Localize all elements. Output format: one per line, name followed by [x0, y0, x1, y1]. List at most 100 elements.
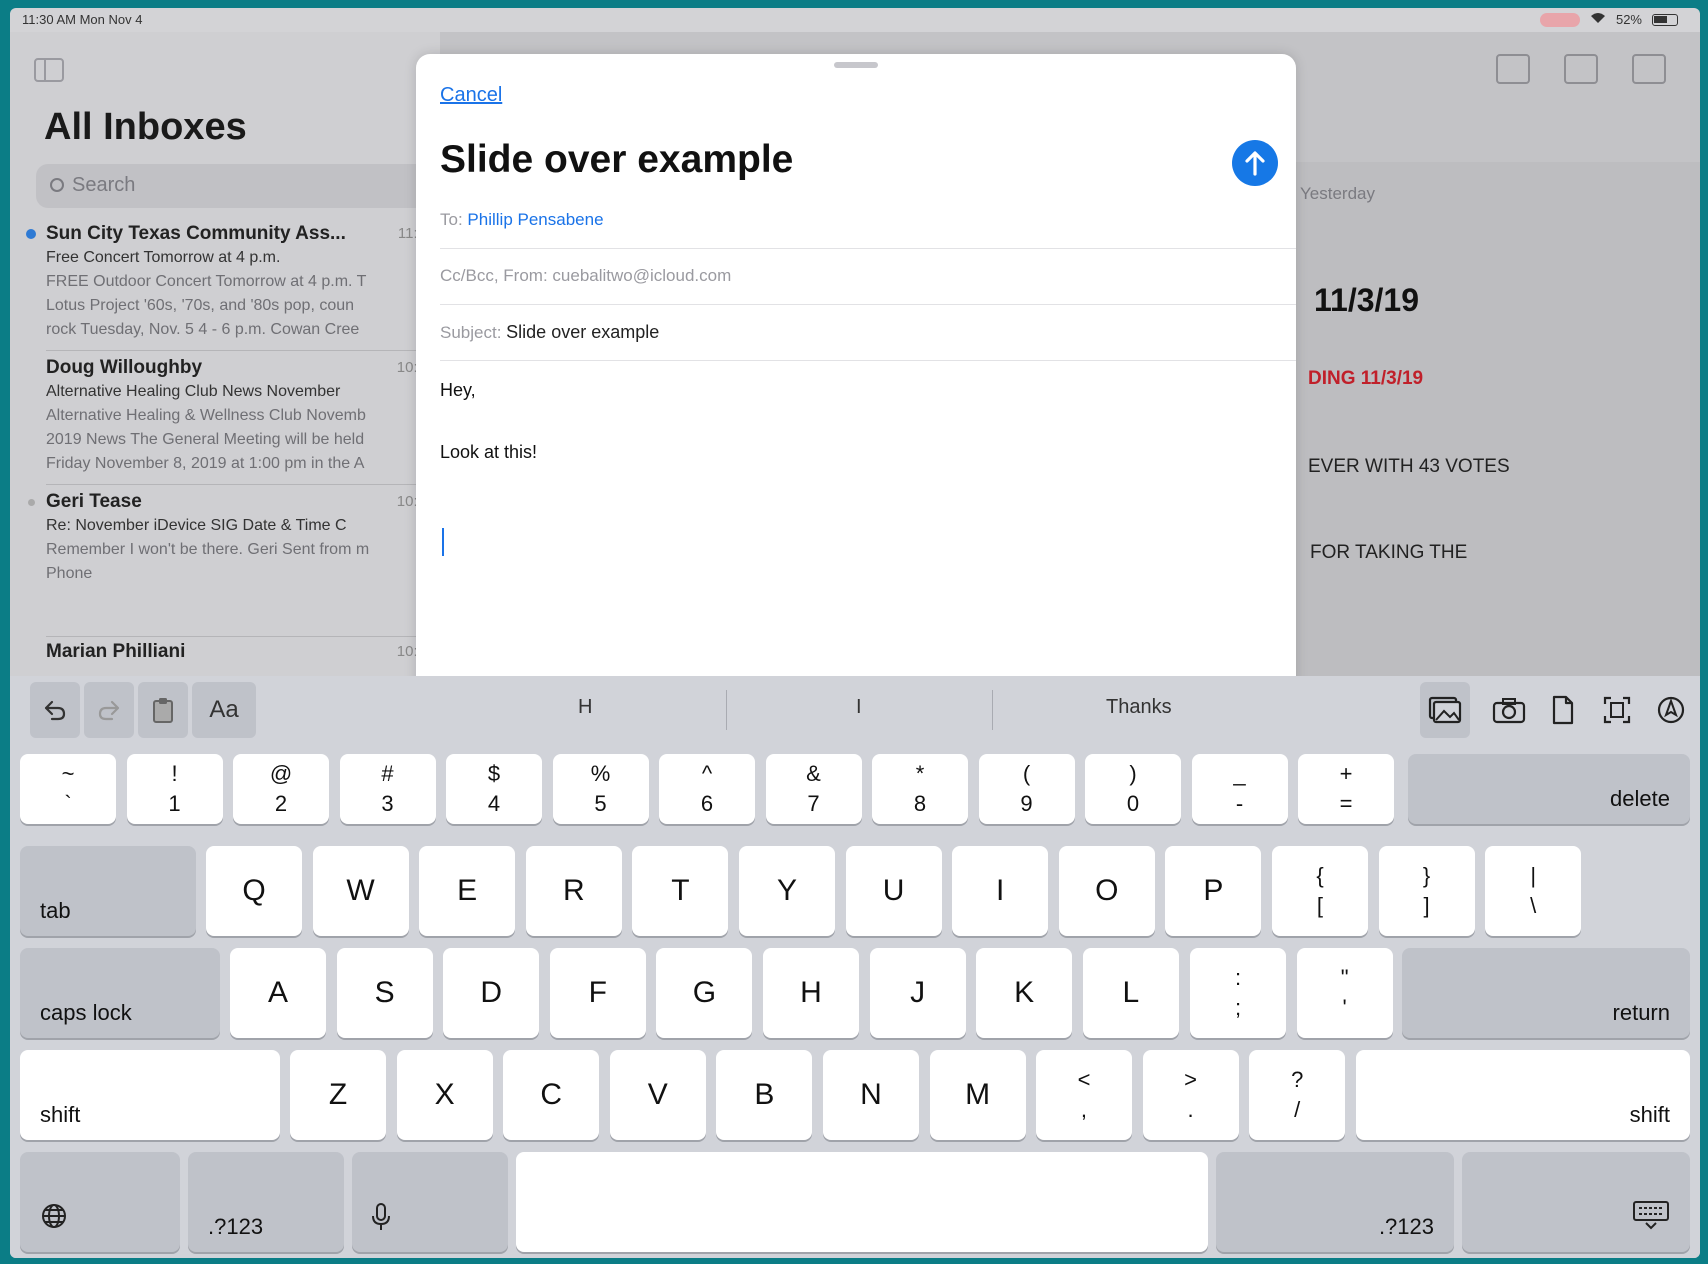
markup-button[interactable]	[1646, 682, 1696, 738]
key-=[interactable]: + =	[1298, 754, 1394, 824]
key-3[interactable]: #3	[339, 754, 436, 824]
redo-button[interactable]	[84, 682, 134, 738]
mail-list-item[interactable]: Marian Philliani 10:4	[46, 640, 446, 664]
key-p[interactable]: P	[1165, 846, 1262, 936]
key-7[interactable]: & 7	[765, 754, 862, 824]
key-g[interactable]: G	[656, 948, 753, 1038]
recording-indicator	[1539, 12, 1580, 27]
key-6[interactable]: ^ 6	[659, 754, 755, 824]
key-9[interactable]: (9	[978, 754, 1075, 824]
return-key[interactable]: return	[1402, 948, 1690, 1038]
key-z[interactable]: Z	[290, 1050, 386, 1140]
key-w[interactable]: W	[312, 846, 409, 936]
key-u[interactable]: U	[845, 846, 942, 936]
undo-button[interactable]	[30, 682, 80, 738]
body-line[interactable]: Hey,	[440, 380, 476, 401]
key-0[interactable]: ) 0	[1085, 754, 1181, 824]
mail-list-item[interactable]: Geri Tease 10:4 Re: November iDevice SIG…	[28, 490, 446, 586]
scan-document-button[interactable]	[1592, 682, 1642, 738]
key-glyphs: + =	[1340, 759, 1353, 819]
key-f[interactable]: F	[549, 948, 646, 1038]
key-s[interactable]: S	[336, 948, 433, 1038]
mail-list-item[interactable]: Doug Willoughby 10:4 Alternative Healing…	[46, 356, 446, 476]
key-v[interactable]: V	[609, 1050, 706, 1140]
key-symbol[interactable]: >.	[1142, 1050, 1239, 1140]
key-`[interactable]: ~ `	[20, 754, 116, 824]
globe-key[interactable]	[20, 1152, 180, 1252]
key-1[interactable]: ! 1	[126, 754, 223, 824]
key-k[interactable]: K	[976, 948, 1073, 1038]
key-symbol[interactable]: " '	[1296, 948, 1393, 1038]
shift-key-right[interactable]: shift	[1356, 1050, 1690, 1140]
key-q[interactable]: Q	[206, 846, 302, 936]
numbers-key-right[interactable]: .?123	[1216, 1152, 1454, 1252]
camera-button[interactable]	[1484, 682, 1534, 738]
mail-list-item[interactable]: Sun City Texas Community Ass... 11:0 Fre…	[26, 222, 446, 342]
key-8[interactable]: * 8	[872, 754, 968, 824]
trash-icon[interactable]	[1496, 54, 1530, 84]
to-recipient[interactable]: Phillip Pensabene	[467, 210, 603, 229]
cancel-button[interactable]: Cancel	[440, 84, 502, 107]
key-shift-glyph: }	[1422, 863, 1431, 888]
search-field[interactable]: Search	[36, 164, 436, 208]
cc-from-field[interactable]: Cc/Bcc, From: cuebalitwo@icloud.com	[440, 266, 1296, 286]
key-4[interactable]: $4	[446, 754, 542, 824]
key-symbol[interactable]: }]	[1378, 846, 1475, 936]
key-b[interactable]: B	[716, 1050, 813, 1140]
attach-file-button[interactable]	[1538, 682, 1588, 738]
key-t[interactable]: T	[632, 846, 729, 936]
key-i[interactable]: I	[952, 846, 1049, 936]
tab-key[interactable]: tab	[20, 846, 196, 936]
key-symbol[interactable]: :;	[1190, 948, 1286, 1038]
mail-snippet: 2019 News The General Meeting will be he…	[46, 431, 365, 448]
key-a[interactable]: A	[230, 948, 326, 1038]
key-symbol[interactable]: ? /	[1249, 1050, 1346, 1140]
suggestion[interactable]: I	[856, 696, 862, 719]
key-o[interactable]: O	[1058, 846, 1155, 936]
numbers-key-left[interactable]: .?123	[188, 1152, 344, 1252]
status-right: 52%	[1539, 12, 1678, 27]
format-button[interactable]: Aa	[192, 682, 256, 738]
delete-key[interactable]: delete	[1408, 754, 1690, 824]
suggestion[interactable]: Thanks	[1106, 696, 1172, 719]
to-field[interactable]: To: Phillip Pensabene	[440, 210, 1296, 230]
caps-lock-key[interactable]: caps lock	[20, 948, 220, 1038]
photo-library-button[interactable]	[1420, 682, 1470, 738]
field-divider	[440, 360, 1296, 361]
body-line[interactable]: Look at this!	[440, 442, 537, 463]
sidebar-toggle-icon[interactable]	[34, 58, 64, 82]
subject-value[interactable]: Slide over example	[506, 322, 659, 342]
key-glyphs: | \	[1530, 861, 1536, 921]
shift-key-left[interactable]: shift	[20, 1050, 280, 1140]
key-l[interactable]: L	[1082, 948, 1179, 1038]
key-n[interactable]: N	[823, 1050, 919, 1140]
folder-icon[interactable]	[1564, 54, 1598, 84]
key-symbol[interactable]: {[	[1272, 846, 1368, 936]
send-button[interactable]	[1232, 140, 1278, 186]
key-5[interactable]: % 5	[552, 754, 649, 824]
paste-button[interactable]	[138, 682, 188, 738]
key-h[interactable]: H	[763, 948, 859, 1038]
sheet-grabber[interactable]	[834, 62, 878, 68]
key-symbol[interactable]: <,	[1036, 1050, 1132, 1140]
key-shift-glyph: +	[1339, 761, 1353, 786]
key-e[interactable]: E	[419, 846, 516, 936]
key-c[interactable]: C	[503, 1050, 600, 1140]
key-j[interactable]: J	[869, 948, 966, 1038]
key-y[interactable]: Y	[739, 846, 835, 936]
dictation-key[interactable]	[352, 1152, 508, 1252]
key-x[interactable]: X	[396, 1050, 493, 1140]
key--[interactable]: _ -	[1191, 754, 1288, 824]
key-2[interactable]: @2	[233, 754, 329, 824]
mail-sender: Doug Willoughby	[46, 357, 203, 378]
compose-icon[interactable]	[1632, 54, 1666, 84]
dismiss-keyboard-key[interactable]	[1462, 1152, 1690, 1252]
space-bar[interactable]	[516, 1152, 1208, 1252]
shift-label: shift	[1629, 1102, 1670, 1127]
suggestion[interactable]: H	[578, 696, 592, 719]
key-r[interactable]: R	[525, 846, 622, 936]
subject-field[interactable]: Subject: Slide over example	[440, 322, 1296, 343]
key-symbol[interactable]: | \	[1485, 846, 1582, 936]
key-m[interactable]: M	[929, 1050, 1026, 1140]
key-d[interactable]: D	[443, 948, 540, 1038]
